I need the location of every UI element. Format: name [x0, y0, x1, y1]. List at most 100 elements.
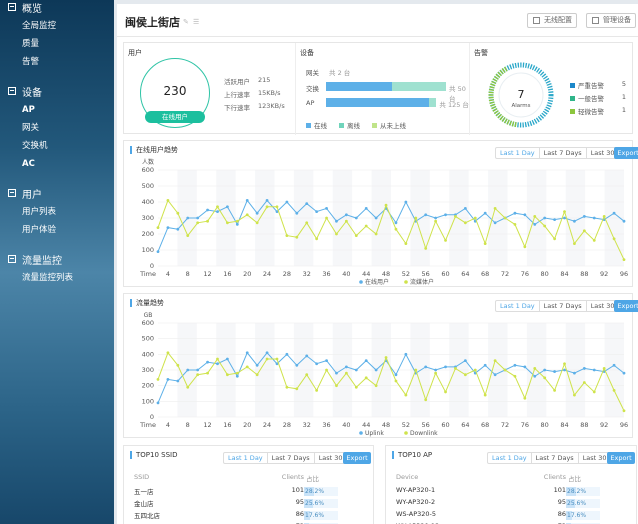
data-point[interactable]: [335, 232, 338, 236]
data-point[interactable]: [176, 211, 180, 215]
data-point[interactable]: [592, 368, 596, 372]
data-point[interactable]: [463, 373, 467, 377]
data-point[interactable]: [483, 393, 487, 397]
data-point[interactable]: [265, 357, 269, 361]
data-point[interactable]: [543, 376, 547, 380]
data-point[interactable]: [493, 207, 497, 210]
data-point[interactable]: [414, 368, 418, 372]
data-point[interactable]: [166, 226, 170, 229]
data-point[interactable]: [295, 211, 299, 215]
data-point[interactable]: [592, 239, 596, 242]
data-point[interactable]: [255, 373, 259, 377]
data-point[interactable]: [315, 362, 319, 366]
data-point[interactable]: [473, 216, 477, 220]
data-point[interactable]: [622, 371, 626, 375]
data-point[interactable]: [344, 371, 348, 375]
data-point[interactable]: [513, 211, 517, 215]
data-point[interactable]: [622, 409, 626, 413]
data-point[interactable]: [612, 211, 616, 215]
data-point[interactable]: [582, 381, 586, 384]
data-point[interactable]: [364, 224, 368, 228]
data-point[interactable]: [344, 213, 348, 217]
data-point[interactable]: [206, 371, 209, 375]
data-point[interactable]: [612, 237, 616, 241]
data-point[interactable]: [176, 363, 180, 367]
data-point[interactable]: [275, 205, 279, 209]
data-point[interactable]: [265, 205, 269, 209]
data-point[interactable]: [483, 363, 487, 367]
data-point[interactable]: [553, 370, 556, 373]
data-point[interactable]: [444, 239, 447, 242]
data-point[interactable]: [285, 352, 289, 356]
collapse-icon[interactable]: [8, 255, 16, 263]
online-users-badge[interactable]: 在线用户: [145, 111, 205, 123]
table-row[interactable]: 五一店 101 28.2%: [134, 486, 364, 498]
data-point[interactable]: [523, 213, 527, 217]
data-point[interactable]: [245, 199, 249, 202]
data-point[interactable]: [582, 215, 586, 218]
sidebar-item-ap[interactable]: AP: [0, 101, 114, 119]
nav-group-traffic[interactable]: 流量监控: [0, 249, 114, 269]
data-point[interactable]: [315, 237, 319, 241]
data-point[interactable]: [335, 371, 338, 375]
data-point[interactable]: [344, 219, 348, 223]
data-point[interactable]: [354, 385, 358, 389]
data-point[interactable]: [186, 385, 190, 389]
data-point[interactable]: [493, 221, 497, 225]
data-point[interactable]: [394, 379, 398, 383]
nav-group-users[interactable]: 用户: [0, 183, 114, 203]
table-row[interactable]: WY-AP320-1 101 28.2%: [396, 486, 626, 498]
data-point[interactable]: [156, 378, 160, 381]
sidebar-item-quality[interactable]: 质量: [0, 35, 114, 53]
data-point[interactable]: [394, 227, 398, 231]
data-point[interactable]: [622, 258, 626, 261]
alarm-level-row[interactable]: 一般告警 1: [570, 93, 626, 103]
data-point[interactable]: [454, 367, 457, 370]
data-point[interactable]: [354, 216, 358, 220]
data-point[interactable]: [384, 356, 388, 359]
data-point[interactable]: [354, 368, 358, 372]
table-row[interactable]: 五四北店 86 17.6%: [134, 510, 364, 522]
data-point[interactable]: [612, 363, 616, 367]
data-point[interactable]: [374, 232, 378, 236]
alarm-level-row[interactable]: 严重告警 5: [570, 80, 626, 90]
data-point[interactable]: [384, 203, 388, 207]
data-point[interactable]: [176, 227, 180, 231]
data-point[interactable]: [563, 216, 566, 220]
data-point[interactable]: [335, 219, 338, 223]
collapse-icon[interactable]: [8, 3, 16, 11]
data-point[interactable]: [206, 208, 209, 212]
data-point[interactable]: [573, 393, 576, 397]
data-point[interactable]: [513, 363, 517, 367]
alarm-level-row[interactable]: 轻微告警 1: [570, 106, 626, 116]
data-point[interactable]: [265, 351, 269, 355]
data-point[interactable]: [463, 221, 467, 225]
collapse-icon[interactable]: [8, 87, 16, 95]
sidebar-item-gateway[interactable]: 网关: [0, 119, 114, 137]
data-point[interactable]: [364, 359, 368, 362]
data-point[interactable]: [404, 200, 408, 204]
data-point[interactable]: [463, 207, 467, 210]
data-point[interactable]: [553, 218, 556, 221]
data-point[interactable]: [543, 224, 547, 228]
data-point[interactable]: [245, 213, 249, 217]
collapse-icon[interactable]: [8, 189, 16, 197]
data-point[interactable]: [503, 216, 507, 220]
data-point[interactable]: [404, 352, 408, 356]
data-point[interactable]: [216, 205, 219, 209]
data-point[interactable]: [186, 234, 190, 237]
data-point[interactable]: [216, 362, 219, 366]
data-point[interactable]: [305, 221, 309, 225]
data-point[interactable]: [354, 234, 358, 237]
data-point[interactable]: [196, 368, 200, 372]
data-point[interactable]: [166, 199, 170, 202]
data-point[interactable]: [543, 216, 547, 220]
sidebar-item-alarms[interactable]: 告警: [0, 53, 114, 71]
data-point[interactable]: [245, 365, 249, 369]
data-point[interactable]: [374, 368, 378, 372]
data-point[interactable]: [226, 221, 229, 225]
data-point[interactable]: [206, 219, 209, 223]
data-point[interactable]: [424, 365, 428, 369]
data-point[interactable]: [493, 373, 497, 377]
nav-group-overview[interactable]: 概览: [0, 0, 114, 17]
